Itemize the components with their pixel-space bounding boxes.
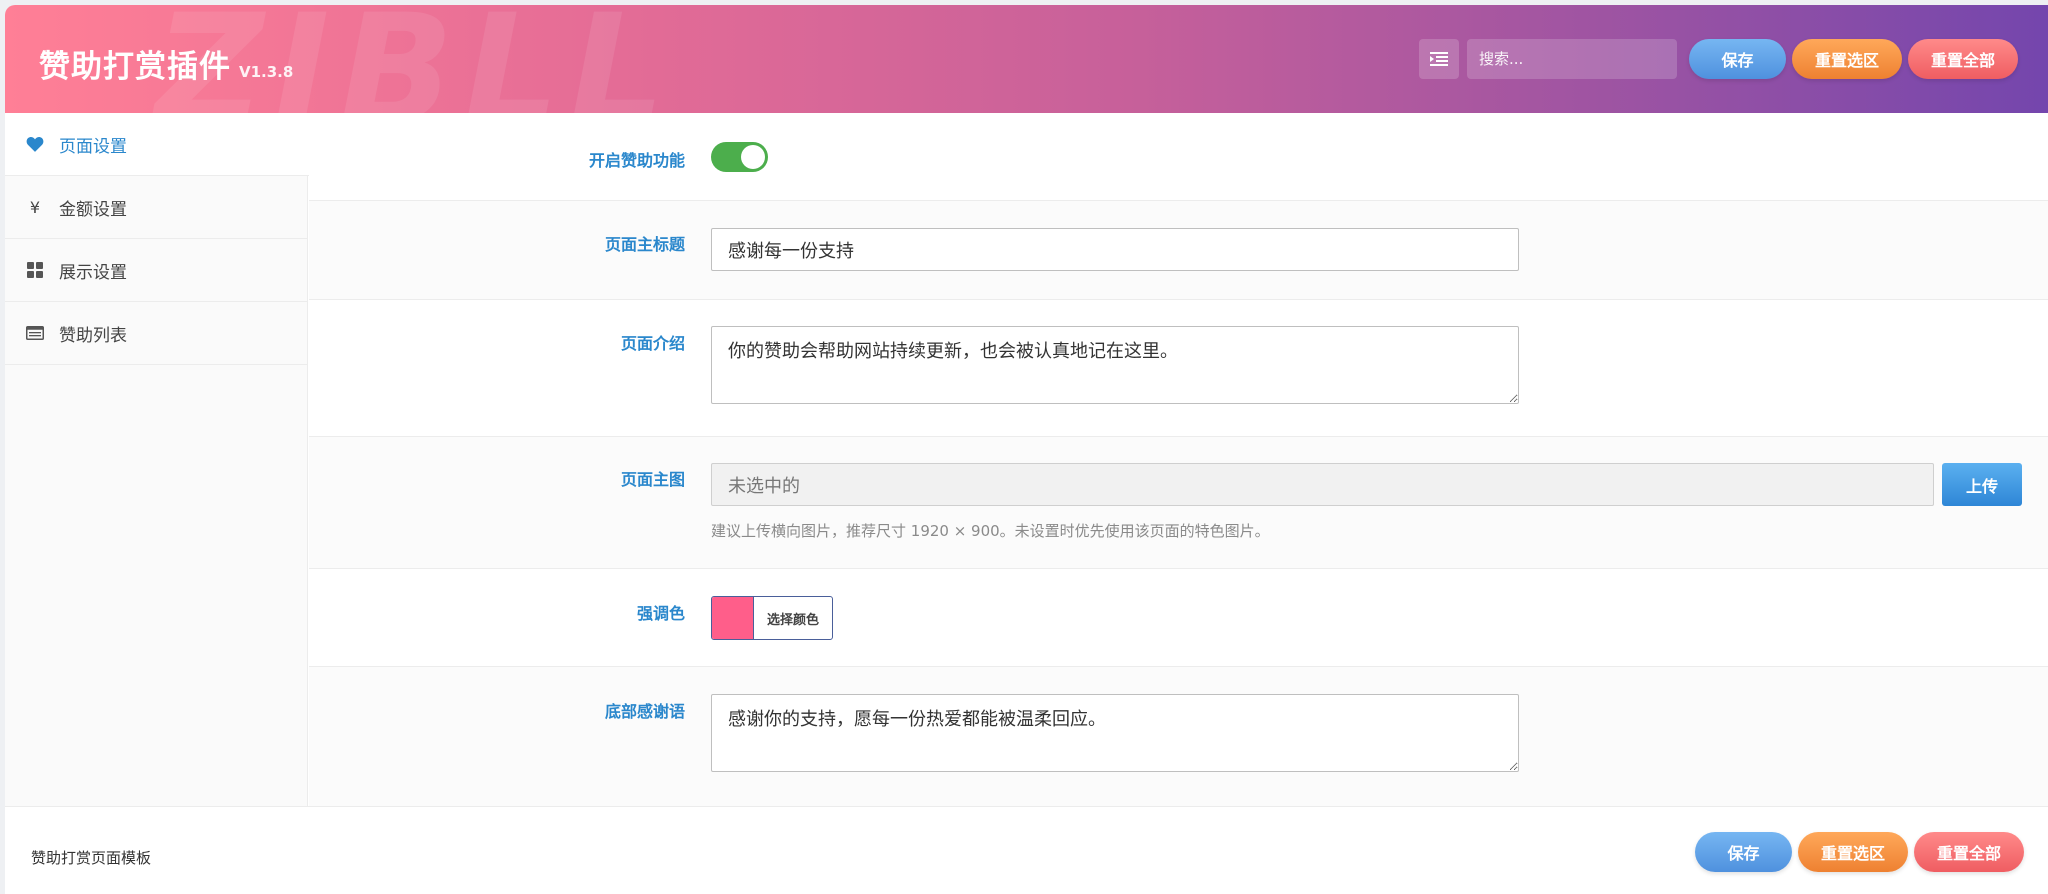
header-toolbar: 保存 重置选区 重置全部 [1419,39,2018,79]
search-input[interactable] [1467,39,1677,79]
row-intro: 页面介绍 你的赞助会帮助网站持续更新，也会被认真地记在这里。 [309,300,2048,437]
sidebar-item-label: 页面设置 [59,136,127,157]
grid-icon [25,262,45,278]
brand: 赞助打赏插件 V1.3.8 [39,41,293,86]
upload-button[interactable]: 上传 [1942,463,2022,506]
list-indent-icon [1430,52,1448,66]
accent-color-field: 选择颜色 [711,596,833,640]
row-thanks: 底部感谢语 感谢你的支持，愿每一份热爱都能被温柔回应。 [309,667,2048,806]
row-main-image: 页面主图 上传 建议上传横向图片，推荐尺寸 1920 × 900。未设置时优先使… [309,437,2048,569]
settings-app: ZIBLL 赞助打赏插件 V1.3.8 保存 重置选区 重置全部 [5,5,2048,894]
footer-reset-all-button[interactable]: 重置全部 [1914,832,2024,872]
color-picker-button[interactable]: 选择颜色 [711,596,833,640]
enable-field [711,142,768,172]
footer-actions: 保存 重置选区 重置全部 [1689,832,2024,872]
row-page-title: 页面主标题 [309,201,2048,300]
settings-form: 开启赞助功能 页面主标题 页面介绍 你的赞助会帮助网站持续更新，也会被认真地记在… [309,113,2048,806]
list-icon [25,326,45,340]
thanks-field: 感谢你的支持，愿每一份热爱都能被温柔回应。 [711,694,1519,776]
page-title-input[interactable] [711,228,1519,271]
yen-icon: ¥ [29,197,41,217]
reset-section-button[interactable]: 重置选区 [1792,39,1902,79]
sidebar-item-label: 展示设置 [59,262,127,283]
footer-bar: 赞助打赏页面模板 保存 重置选区 重置全部 [5,806,2048,894]
page-title-field [711,228,1519,271]
row-enable: 开启赞助功能 [309,113,2048,201]
footer-template-name: 赞助打赏页面模板 [31,849,152,867]
sidebar-item-amount-settings[interactable]: ¥ 金额设置 [5,176,307,239]
main-image-input[interactable] [711,463,1934,506]
main-image-field: 上传 建议上传横向图片，推荐尺寸 1920 × 900。未设置时优先使用该页面的… [711,463,2022,541]
main-image-label: 页面主图 [620,470,685,489]
intro-textarea[interactable]: 你的赞助会帮助网站持续更新，也会被认真地记在这里。 [711,326,1519,404]
footer-reset-section-button[interactable]: 重置选区 [1798,832,1908,872]
color-picker-label: 选择颜色 [766,612,819,628]
enable-toggle[interactable] [711,142,768,172]
expand-all-button[interactable] [1419,39,1459,79]
heart-icon [25,136,45,152]
main-image-hint: 建议上传横向图片，推荐尺寸 1920 × 900。未设置时优先使用该页面的特色图… [711,522,1270,540]
thanks-label: 底部感谢语 [604,702,685,721]
row-accent-color: 强调色 选择颜色 [309,569,2048,667]
accent-color-label: 强调色 [636,604,685,623]
save-button[interactable]: 保存 [1689,39,1786,79]
intro-label: 页面介绍 [620,334,685,353]
sidebar-item-page-settings[interactable]: 页面设置 [5,113,309,176]
sidebar-item-display-settings[interactable]: 展示设置 [5,239,307,302]
toggle-knob [741,145,765,169]
app-title: 赞助打赏插件 [39,49,231,85]
header-bar: ZIBLL 赞助打赏插件 V1.3.8 保存 重置选区 重置全部 [5,5,2048,113]
sidebar-nav: 页面设置 ¥ 金额设置 展示设置 赞助列表 [5,113,309,806]
app-version: V1.3.8 [239,63,294,81]
intro-field: 你的赞助会帮助网站持续更新，也会被认真地记在这里。 [711,326,1519,408]
enable-label: 开启赞助功能 [588,151,685,170]
footer-save-button[interactable]: 保存 [1695,832,1792,872]
thanks-textarea[interactable]: 感谢你的支持，愿每一份热爱都能被温柔回应。 [711,694,1519,772]
sidebar-item-label: 赞助列表 [59,325,127,346]
reset-all-button[interactable]: 重置全部 [1908,39,2018,79]
sidebar-item-label: 金额设置 [59,199,127,220]
sidebar-item-sponsor-list[interactable]: 赞助列表 [5,302,307,365]
page-title-label: 页面主标题 [604,235,685,254]
color-swatch [712,597,754,639]
